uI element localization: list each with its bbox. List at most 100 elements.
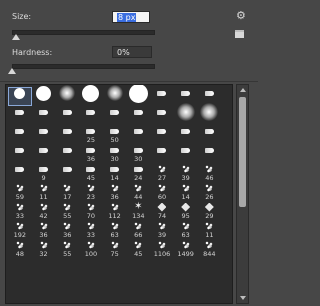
- brush-size-label: 36: [110, 193, 119, 201]
- brush-tip-icon: [128, 85, 148, 103]
- hardness-input[interactable]: 0%: [112, 46, 152, 58]
- brush-preset[interactable]: [32, 85, 56, 106]
- brush-preset[interactable]: 44: [126, 182, 150, 201]
- brush-preset[interactable]: 30: [103, 144, 127, 163]
- brush-preset[interactable]: 26: [198, 182, 222, 201]
- scrollbar[interactable]: [236, 84, 249, 304]
- hardness-slider-thumb[interactable]: [8, 68, 16, 74]
- brush-preset[interactable]: 100: [79, 239, 103, 258]
- brush-size-label: 55: [63, 250, 72, 258]
- brush-preset[interactable]: 27: [150, 163, 174, 182]
- brush-preset[interactable]: 45: [79, 163, 103, 182]
- brush-preset[interactable]: 29: [198, 201, 222, 220]
- brush-preset[interactable]: [174, 125, 198, 144]
- brush-size-label: 1106: [153, 250, 171, 258]
- brush-preset[interactable]: 24: [126, 163, 150, 182]
- size-slider-thumb[interactable]: [12, 34, 21, 40]
- brush-preset[interactable]: 50: [103, 125, 127, 144]
- brush-preset[interactable]: [32, 106, 56, 125]
- brush-preset[interactable]: [8, 144, 32, 163]
- brush-preset[interactable]: [32, 125, 56, 144]
- brush-preset[interactable]: [8, 106, 32, 125]
- new-preset-icon[interactable]: [235, 30, 244, 38]
- scrollbar-thumb[interactable]: [239, 97, 246, 207]
- brush-preset[interactable]: [55, 163, 79, 182]
- brush-preset[interactable]: [55, 125, 79, 144]
- brush-preset[interactable]: 14: [174, 182, 198, 201]
- brush-tip-icon: [110, 106, 120, 118]
- brush-preset[interactable]: 42: [32, 201, 56, 220]
- brush-preset[interactable]: [150, 106, 174, 125]
- brush-preset[interactable]: [150, 144, 174, 163]
- brush-preset[interactable]: 36: [55, 220, 79, 239]
- brush-preset[interactable]: 36: [103, 182, 127, 201]
- brush-preset[interactable]: [126, 125, 150, 144]
- brush-preset[interactable]: 39: [174, 163, 198, 182]
- brush-preset[interactable]: 33: [79, 220, 103, 239]
- brush-preset[interactable]: [103, 106, 127, 125]
- brush-preset[interactable]: 30: [126, 144, 150, 163]
- brush-preset[interactable]: 70: [79, 201, 103, 220]
- brush-preset[interactable]: [55, 106, 79, 125]
- brush-preset[interactable]: [79, 106, 103, 125]
- brush-preset[interactable]: 39: [150, 220, 174, 239]
- gear-icon[interactable]: ⚙: [236, 9, 246, 22]
- brush-preset[interactable]: 75: [103, 239, 127, 258]
- brush-preset[interactable]: 32: [32, 239, 56, 258]
- brush-preset[interactable]: 9: [32, 163, 56, 182]
- brush-size-label: 33: [86, 231, 96, 239]
- brush-preset[interactable]: [103, 85, 127, 106]
- brush-preset[interactable]: 46: [198, 163, 222, 182]
- brush-preset[interactable]: 23: [79, 182, 103, 201]
- brush-preset[interactable]: [150, 87, 174, 106]
- brush-preset[interactable]: [198, 144, 222, 163]
- brush-preset[interactable]: 25: [79, 125, 103, 144]
- brush-preset[interactable]: [126, 106, 150, 125]
- brush-preset[interactable]: 74: [150, 201, 174, 220]
- brush-preset[interactable]: [174, 144, 198, 163]
- brush-preset[interactable]: 60: [150, 182, 174, 201]
- brush-preset[interactable]: 36: [32, 220, 56, 239]
- brush-preset[interactable]: [198, 125, 222, 144]
- brush-preset[interactable]: 33: [8, 201, 32, 220]
- brush-preset[interactable]: 11: [32, 182, 56, 201]
- brush-preset[interactable]: [8, 87, 32, 106]
- brush-preset[interactable]: 45: [126, 239, 150, 258]
- brush-preset[interactable]: 63: [103, 220, 127, 239]
- brush-preset[interactable]: [126, 85, 150, 106]
- brush-preset[interactable]: 192: [8, 220, 32, 239]
- brush-preset[interactable]: 95: [174, 201, 198, 220]
- scroll-up-icon[interactable]: [240, 88, 246, 92]
- brush-preset[interactable]: 844: [198, 239, 222, 258]
- brush-preset[interactable]: ✶ 134: [126, 201, 150, 220]
- brush-preset[interactable]: [174, 103, 198, 125]
- brush-preset[interactable]: 112: [103, 201, 127, 220]
- brush-preset[interactable]: [32, 144, 56, 163]
- brush-preset[interactable]: 66: [126, 220, 150, 239]
- brush-preset[interactable]: 55: [55, 201, 79, 220]
- brush-preset[interactable]: 14: [103, 163, 127, 182]
- brush-tip-icon: [15, 163, 25, 175]
- brush-preset[interactable]: 36: [79, 144, 103, 163]
- brush-size-label: 46: [205, 174, 214, 182]
- scroll-down-icon[interactable]: [240, 296, 246, 300]
- brush-preset[interactable]: 17: [55, 182, 79, 201]
- brush-preset[interactable]: [79, 85, 103, 106]
- hardness-slider-track[interactable]: [12, 64, 155, 69]
- brush-preset[interactable]: [55, 85, 79, 106]
- brush-preset[interactable]: 11: [198, 220, 222, 239]
- brush-preset[interactable]: 63: [174, 220, 198, 239]
- brush-preset[interactable]: [55, 144, 79, 163]
- brush-preset[interactable]: [8, 163, 32, 182]
- brush-preset[interactable]: [198, 103, 222, 125]
- size-input[interactable]: 8 px: [112, 11, 150, 23]
- brush-preset[interactable]: 1499: [174, 239, 198, 258]
- brush-preset[interactable]: [150, 125, 174, 144]
- brush-preset[interactable]: 55: [55, 239, 79, 258]
- brush-preset[interactable]: 59: [8, 182, 32, 201]
- brush-preset[interactable]: [8, 125, 32, 144]
- brush-preset[interactable]: 48: [8, 239, 32, 258]
- brush-preset[interactable]: 1106: [150, 239, 174, 258]
- size-slider-track[interactable]: [12, 30, 155, 35]
- brush-tip-icon: [181, 87, 191, 99]
